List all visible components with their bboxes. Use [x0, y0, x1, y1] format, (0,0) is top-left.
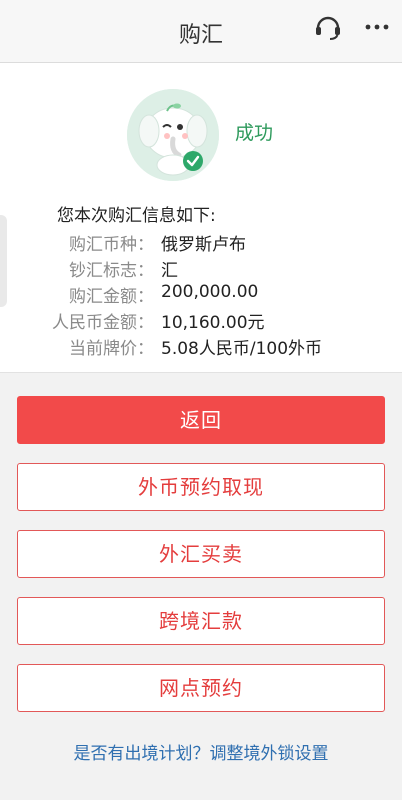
cross-border-remittance-button[interactable]: 跨境汇款: [17, 597, 385, 645]
info-row-amount: 购汇金额： 200,000.00: [0, 282, 402, 308]
info-value: 10,160.00元: [161, 313, 265, 333]
fx-trading-button[interactable]: 外汇买卖: [17, 530, 385, 578]
info-label: 钞汇标志：: [69, 261, 154, 281]
info-row-rate: 当前牌价： 5.08人民币/100外币: [0, 334, 402, 360]
info-label: 当前牌价：: [69, 339, 154, 359]
branch-booking-button[interactable]: 网点预约: [17, 664, 385, 712]
info-label: 购汇币种：: [69, 235, 154, 255]
info-value: 俄罗斯卢布: [161, 235, 246, 255]
back-button[interactable]: 返回: [17, 396, 385, 444]
overseas-lock-settings-link[interactable]: 是否有出境计划？调整境外锁设置: [0, 739, 402, 764]
info-value: 汇: [161, 261, 178, 281]
info-label: 人民币金额：: [52, 313, 154, 333]
side-drawer-handle[interactable]: [0, 215, 7, 307]
info-heading: 您本次购汇信息如下:: [57, 206, 216, 226]
more-dots-icon[interactable]: [362, 12, 392, 42]
info-value: 5.08人民币/100外币: [161, 339, 323, 359]
top-nav-bar: 购汇: [0, 0, 402, 63]
info-value: 200,000.00: [161, 282, 259, 302]
info-row-cny-amount: 人民币金额： 10,160.00元: [0, 308, 402, 334]
info-label: 购汇金额：: [69, 287, 154, 307]
headset-icon[interactable]: [313, 12, 343, 42]
info-row-cash-remit-flag: 钞汇标志： 汇: [0, 256, 402, 282]
transaction-result-panel: 成功 您本次购汇信息如下: 购汇币种： 俄罗斯卢布 钞汇标志： 汇 购汇金额： …: [0, 63, 402, 373]
fx-cash-reservation-button[interactable]: 外币预约取现: [17, 463, 385, 511]
mascot-elephant-icon: [127, 89, 219, 181]
info-row-currency: 购汇币种： 俄罗斯卢布: [0, 230, 402, 256]
transaction-info-list: 购汇币种： 俄罗斯卢布 钞汇标志： 汇 购汇金额： 200,000.00 人民币…: [0, 230, 402, 360]
success-status-text: 成功: [235, 122, 274, 144]
